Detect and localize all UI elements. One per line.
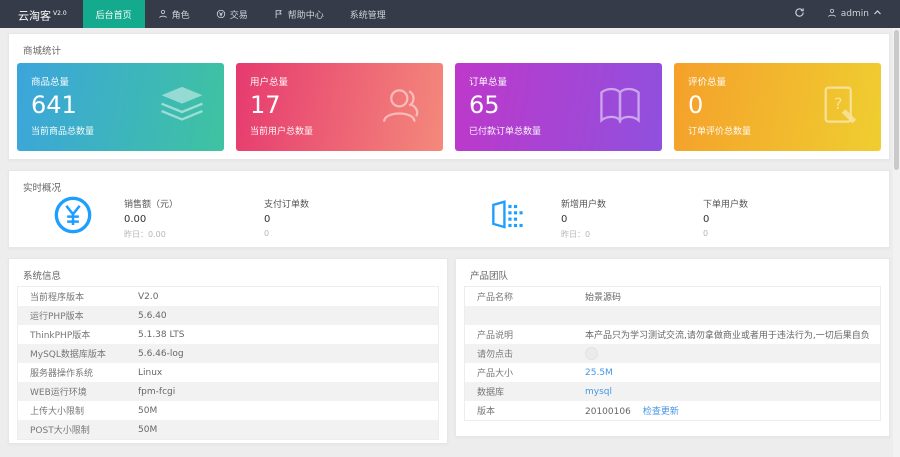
vertical-scrollbar-track: [893, 28, 900, 457]
realtime-overview-panel: 实时概况 销售额（元） 0.00 昨日：0.00 支付订单数 0 0 新增用户数…: [8, 170, 890, 248]
username: admin: [841, 9, 869, 19]
table-row: [465, 306, 880, 325]
stat-cards-row: 商品总量 641 当前商品总数量 用户总量 17 当前用户总数量: [17, 63, 881, 151]
check-update-link[interactable]: 检查更新: [643, 407, 679, 417]
table-row: 数据库mysql: [465, 382, 880, 401]
user-icon: [827, 8, 837, 21]
top-navbar: 云淘客V2.0 后台首页 角色 交易 帮助中心 系统管理 admin: [0, 0, 900, 28]
yen-circle-icon: [53, 195, 93, 238]
user-icon: [158, 9, 168, 19]
table-row: 服务器操作系统Linux: [18, 363, 438, 382]
menu-item-system[interactable]: 系统管理: [337, 0, 399, 28]
product-team-table: 产品名称始景源码 产品说明本产品只为学习测试交流,请勿拿做商业或者用于违法行为,…: [464, 286, 881, 421]
review-icon: ?: [815, 81, 865, 134]
version-number: 20100106: [585, 407, 631, 417]
coin-icon: [216, 9, 226, 19]
table-row: POST大小限制50M: [18, 420, 438, 439]
table-row: 产品大小25.5M: [465, 363, 880, 382]
database-link[interactable]: mysql: [585, 387, 612, 397]
vertical-scrollbar-thumb[interactable]: [894, 30, 899, 170]
table-row: 上传大小限制50M: [18, 401, 438, 420]
menu-item-dashboard[interactable]: 后台首页: [83, 0, 145, 28]
metric-paid-orders: 支付订单数 0 0: [264, 197, 309, 238]
stat-card-users: 用户总量 17 当前用户总数量: [236, 63, 443, 151]
main-menu: 后台首页 角色 交易 帮助中心 系统管理: [83, 0, 399, 28]
metric-ordering-users: 下单用户数 0 0: [703, 197, 748, 238]
refresh-icon: [794, 7, 805, 21]
svg-text:?: ?: [834, 94, 843, 113]
panel-title: 实时概况: [9, 171, 889, 194]
disabled-face-icon: [585, 347, 598, 360]
table-row: 产品说明本产品只为学习测试交流,请勿拿做商业或者用于违法行为,一切后果自负: [465, 325, 880, 344]
building-dots-icon: [487, 197, 525, 238]
user-dropdown[interactable]: admin: [819, 8, 890, 21]
refresh-button[interactable]: [780, 7, 819, 21]
table-row: 产品名称始景源码: [465, 287, 880, 306]
metric-new-users: 新增用户数 0 昨日：0: [561, 197, 606, 240]
stat-card-reviews: 评价总量 0 订单评价总数量 ?: [674, 63, 881, 151]
metric-sales: 销售额（元） 0.00 昨日：0.00: [124, 197, 178, 240]
users-icon: [377, 81, 427, 134]
system-info-table: 当前程序版本V2.0 运行PHP版本5.6.40 ThinkPHP版本5.1.3…: [17, 286, 439, 440]
brand-version: V2.0: [53, 10, 67, 17]
stat-card-orders: 订单总量 65 已付款订单总数量: [455, 63, 662, 151]
flag-icon: [274, 9, 284, 19]
brand-logo: 云淘客V2.0: [0, 0, 83, 28]
table-row: 运行PHP版本5.6.40: [18, 306, 438, 325]
product-size-link[interactable]: 25.5M: [585, 368, 613, 378]
navbar-right: admin: [780, 0, 900, 28]
table-row: ThinkPHP版本5.1.38 LTS: [18, 325, 438, 344]
menu-item-trade[interactable]: 交易: [203, 0, 261, 28]
menu-item-help-center[interactable]: 帮助中心: [261, 0, 337, 28]
stat-card-products: 商品总量 641 当前商品总数量: [17, 63, 224, 151]
panel-title: 系统信息: [9, 259, 447, 282]
table-row: 当前程序版本V2.0: [18, 287, 438, 306]
layers-icon: [156, 80, 208, 135]
table-row: WEB运行环境fpm-fcgi: [18, 382, 438, 401]
book-icon: [594, 80, 646, 135]
menu-item-roles[interactable]: 角色: [145, 0, 203, 28]
panel-title: 商城统计: [9, 34, 889, 57]
system-info-panel: 系统信息 当前程序版本V2.0 运行PHP版本5.6.40 ThinkPHP版本…: [8, 258, 448, 444]
table-row: 版本 20100106检查更新: [465, 401, 880, 420]
chevron-up-icon: [873, 8, 882, 20]
product-team-panel: 产品团队 产品名称始景源码 产品说明本产品只为学习测试交流,请勿拿做商业或者用于…: [455, 258, 890, 437]
shop-stats-panel: 商城统计 商品总量 641 当前商品总数量 用户总量 17 当前用户总数量: [8, 33, 890, 160]
table-row: 请勿点击: [465, 344, 880, 363]
panel-title: 产品团队: [456, 259, 889, 282]
table-row: MySQL数据库版本5.6.46-log: [18, 344, 438, 363]
